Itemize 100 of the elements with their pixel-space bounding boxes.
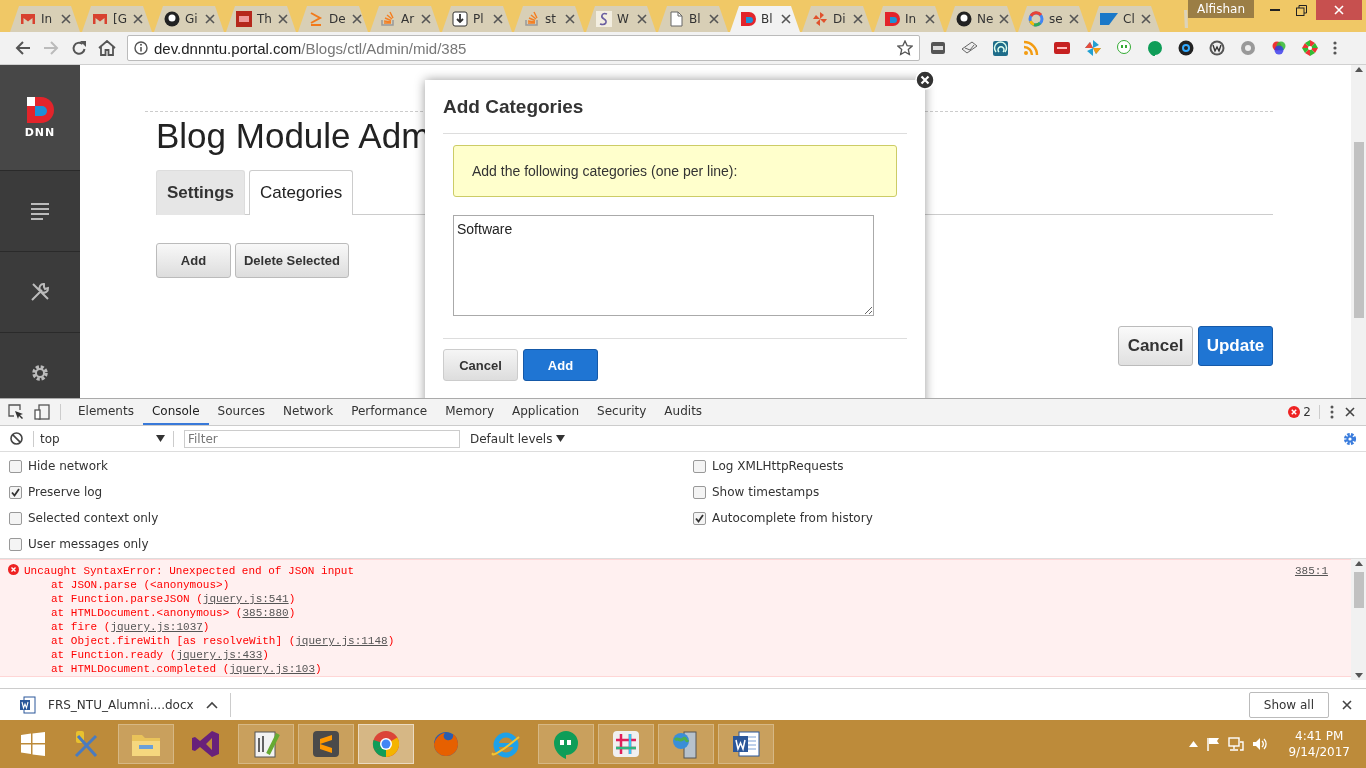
menu-icon[interactable] <box>1333 40 1337 56</box>
caret-icon[interactable] <box>205 700 218 709</box>
source-link[interactable]: jquery.js:103 <box>229 663 316 675</box>
star-icon[interactable] <box>897 40 913 56</box>
devtools-tab[interactable]: Application <box>503 399 589 425</box>
browser-tab[interactable]: Pl <box>442 6 512 32</box>
browser-tab[interactable]: st <box>514 6 584 32</box>
cancel-button[interactable]: Cancel <box>1118 326 1193 366</box>
taskbar-button[interactable] <box>598 724 654 764</box>
scrollbar-thumb[interactable] <box>1353 142 1364 318</box>
browser-tab[interactable]: Gi <box>154 6 224 32</box>
devtools-tab[interactable]: Network <box>274 399 343 425</box>
settings-icon[interactable] <box>1343 431 1357 446</box>
delete-selected-button[interactable]: Delete Selected <box>235 243 349 278</box>
show-all-button[interactable]: Show all <box>1248 691 1329 718</box>
info-icon <box>134 41 148 55</box>
source-link[interactable]: jquery.js:433 <box>176 649 263 661</box>
source-link[interactable]: jquery.js:1037 <box>110 621 203 633</box>
close-icon[interactable] <box>780 13 792 25</box>
browser-tab[interactable]: Th <box>226 6 296 32</box>
profile-button[interactable]: Alfishan <box>1188 0 1254 18</box>
source-link[interactable]: jquery.js:541 <box>202 593 289 605</box>
browser-tab[interactable]: De <box>298 6 368 32</box>
tab[interactable]: Settings <box>156 170 246 215</box>
close-icon[interactable] <box>1341 698 1353 711</box>
checkbox[interactable] <box>9 459 22 473</box>
stack-trace-line: at Function.ready (jquery.js:433) <box>50 648 270 662</box>
devtools-tab[interactable]: Sources <box>208 399 275 425</box>
browser-tab[interactable]: [G <box>82 6 152 32</box>
network-icon[interactable] <box>1228 737 1245 751</box>
browser-tab[interactable]: Ne <box>946 6 1016 32</box>
devtools-tab[interactable]: Memory <box>436 399 503 425</box>
inspect-icon[interactable] <box>8 404 24 420</box>
volume-icon[interactable] <box>1252 737 1269 751</box>
scrollbar-thumb[interactable] <box>1353 571 1364 608</box>
checkbox[interactable] <box>9 511 22 525</box>
browser-tab[interactable]: Bl <box>730 6 800 32</box>
devtools-tab[interactable]: Elements <box>69 399 143 425</box>
checkbox[interactable] <box>9 485 22 499</box>
address-bar[interactable]: dev.dnnntu.portal.com/Blogs/ctl/Admin/mid/385 <box>127 35 920 61</box>
back-icon[interactable] <box>15 40 31 56</box>
devtools-tab[interactable]: Performance <box>342 399 437 425</box>
add-button[interactable]: Add <box>156 243 231 278</box>
checkbox[interactable] <box>693 511 706 525</box>
dropdown-arrow-icon <box>556 435 566 442</box>
scroll-down-icon[interactable] <box>1354 673 1363 678</box>
taskbar-button[interactable] <box>298 724 354 764</box>
devtools-tab[interactable]: Console <box>142 399 209 425</box>
context-dropdown[interactable]: top <box>33 430 174 447</box>
source-link[interactable]: 385:880 <box>242 607 289 619</box>
more-icon[interactable] <box>1330 405 1334 419</box>
checkbox[interactable] <box>9 537 22 551</box>
flag-icon[interactable] <box>1206 737 1221 751</box>
extension-icon[interactable] <box>1271 40 1287 56</box>
filter-field[interactable]: Filter <box>184 429 460 448</box>
settings-icon[interactable] <box>30 363 50 383</box>
browser-tab[interactable]: Ar <box>370 6 440 32</box>
tab[interactable]: Categories <box>249 170 354 215</box>
browser-tab[interactable]: In <box>10 6 80 32</box>
scroll-up-icon[interactable] <box>1354 67 1363 72</box>
error-count[interactable]: 2 <box>1303 405 1311 419</box>
tools-icon[interactable] <box>30 282 50 302</box>
tray-caret-icon[interactable] <box>1189 741 1199 747</box>
clear-icon[interactable] <box>10 432 23 445</box>
taskbar-button[interactable] <box>238 724 294 764</box>
devtools-tab[interactable]: Audits <box>655 399 712 425</box>
taskbar-button[interactable] <box>718 724 774 764</box>
taskbar-button[interactable] <box>358 724 414 764</box>
levels-dropdown[interactable]: Default levels <box>470 431 566 446</box>
device-icon[interactable] <box>34 404 50 420</box>
browser-tab[interactable]: In <box>874 6 944 32</box>
browser-tab[interactable]: Cl <box>1090 6 1160 32</box>
extension-icon[interactable] <box>930 40 946 56</box>
source-link[interactable]: 385:1 <box>1295 564 1328 578</box>
browser-tab[interactable]: se <box>1018 6 1088 32</box>
windows-logo-icon[interactable] <box>21 732 45 756</box>
infinity-logo-icon <box>190 728 222 760</box>
browser-tab[interactable]: W <box>586 6 656 32</box>
devtools-tab[interactable]: Security <box>588 399 656 425</box>
reload-icon[interactable] <box>71 40 87 56</box>
extension-icon[interactable] <box>1209 40 1225 56</box>
add-button[interactable]: Add <box>523 349 598 381</box>
close-icon[interactable] <box>1344 406 1356 418</box>
cancel-button[interactable]: Cancel <box>443 349 518 381</box>
chrome-icon <box>370 728 402 760</box>
new-tab-button[interactable] <box>1184 10 1189 28</box>
stack-trace-line: at HTMLDocument.completed (jquery.js:103) <box>50 662 323 676</box>
checkbox[interactable] <box>693 485 706 499</box>
extension-icon[interactable] <box>1178 40 1194 56</box>
scroll-up-icon[interactable] <box>1354 561 1363 566</box>
browser-tab[interactable]: Di <box>802 6 872 32</box>
checkbox[interactable] <box>693 459 706 473</box>
slack-icon <box>610 728 642 760</box>
update-button[interactable]: Update <box>1198 326 1273 366</box>
list-icon[interactable] <box>30 202 50 220</box>
categories-field[interactable]: Software <box>453 215 874 316</box>
download-item[interactable]: FRS_NTU_Alumni....docx <box>0 692 231 717</box>
source-link[interactable]: jquery.js:1148 <box>295 635 388 647</box>
home-icon[interactable] <box>98 40 116 56</box>
browser-tab[interactable]: Bl <box>658 6 728 32</box>
